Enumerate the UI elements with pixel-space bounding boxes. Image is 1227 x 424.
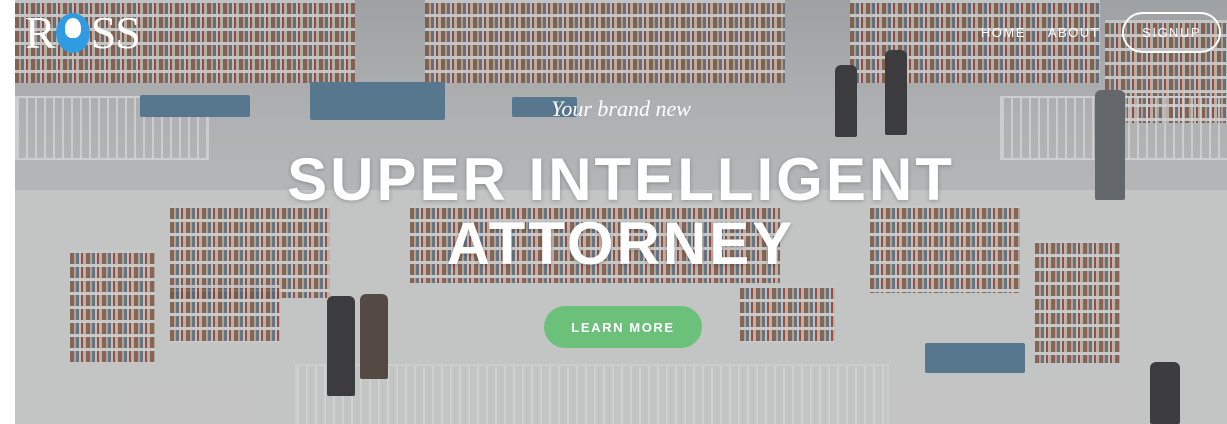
hero-tagline: Your brand new (551, 96, 691, 121)
learn-more-button[interactable]: LEARN MORE (544, 306, 702, 348)
hero-banner: R SS HOME ABOUT SIGNUP Your brand new SUP… (15, 0, 1227, 424)
logo-text-end: SS (90, 6, 141, 58)
logo-head-icon (55, 13, 90, 53)
nav-home-link[interactable]: HOME (981, 25, 1026, 40)
headline-line-1: SUPER INTELLIGENT (287, 146, 955, 213)
headline-line-2: ATTORNEY (446, 210, 796, 277)
ross-logo[interactable]: R SS (25, 7, 141, 58)
logo-text-start: R (25, 6, 56, 58)
signup-button[interactable]: SIGNUP (1122, 12, 1221, 53)
main-nav: HOME ABOUT SIGNUP (981, 12, 1221, 53)
nav-about-link[interactable]: ABOUT (1048, 25, 1100, 40)
hero-headline: SUPER INTELLIGENT ATTORNEY (15, 148, 1227, 276)
